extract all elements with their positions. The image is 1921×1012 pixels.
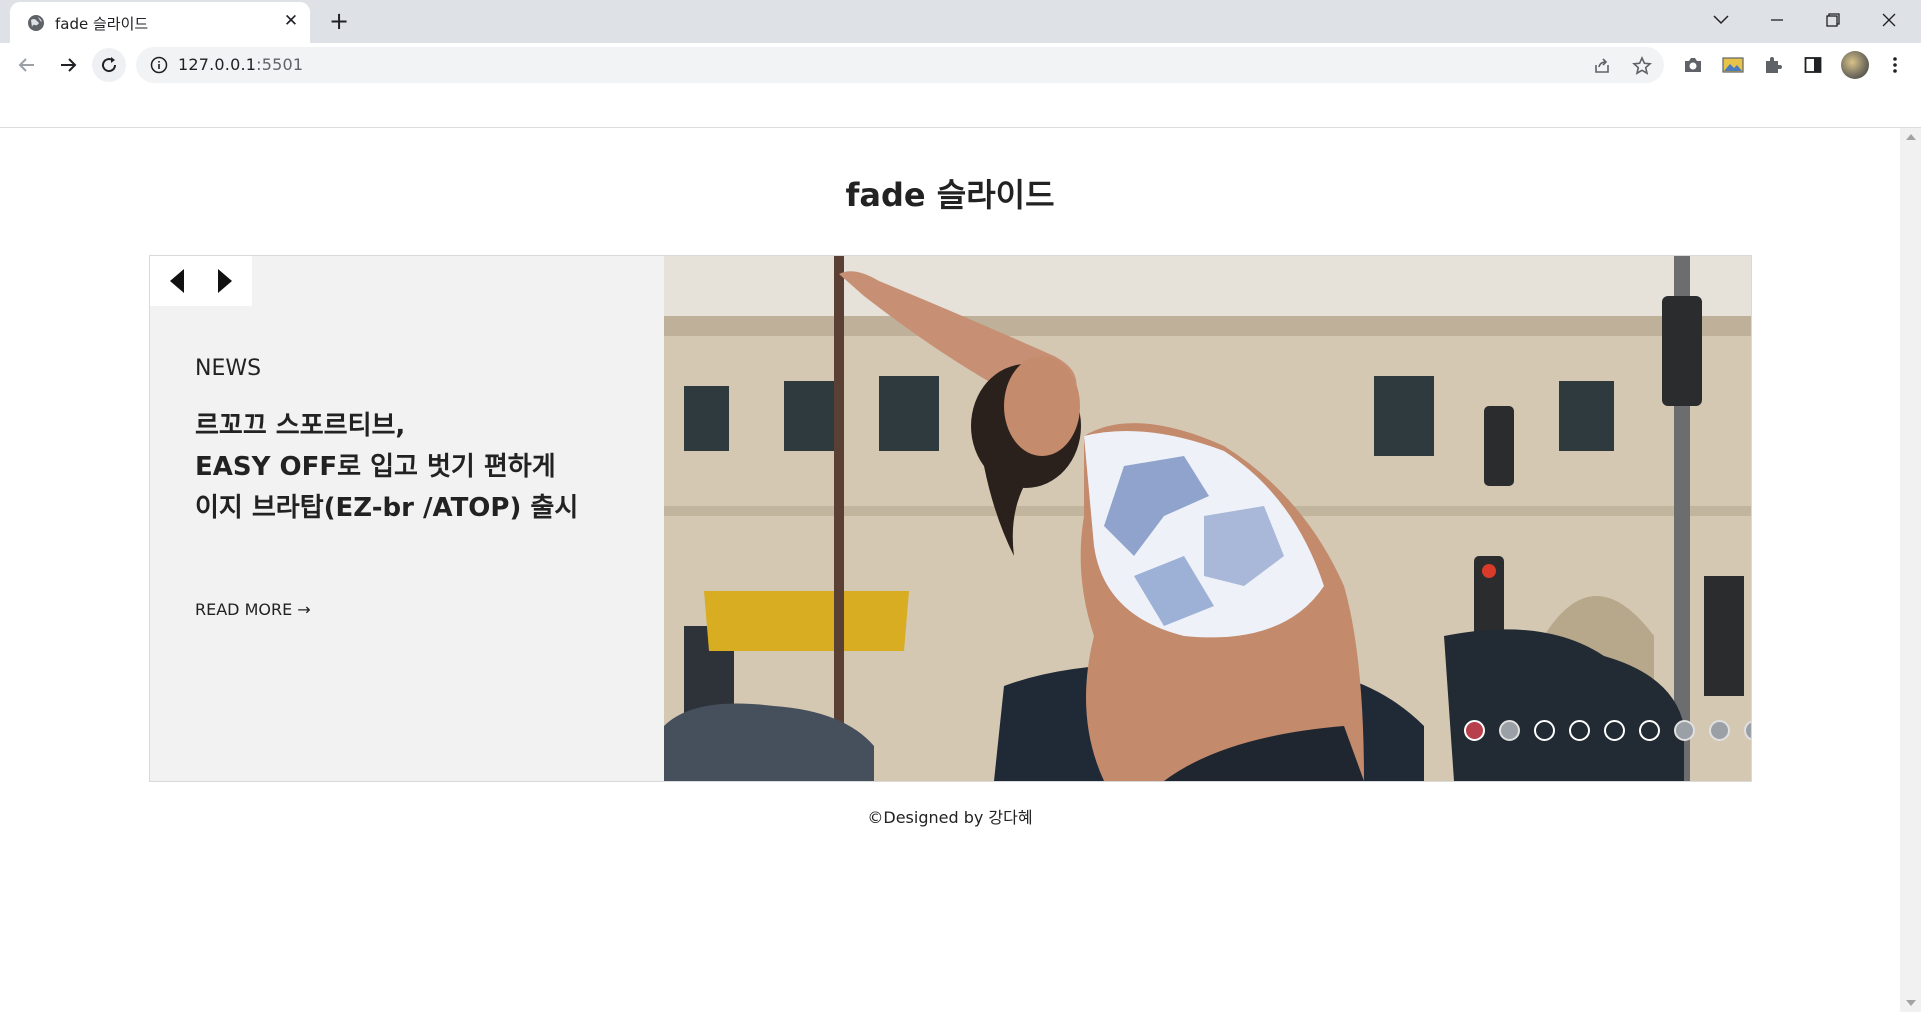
pagination-dot[interactable] [1464,719,1485,741]
headline-line: 르꼬끄 스포르티브, [195,411,406,441]
close-icon[interactable]: ✕ [280,10,302,32]
browser-window: fade 슬라이드 ✕ + 127.0.0.1:5501 fade 슬라이드 N… [0,0,1921,1012]
forward-icon[interactable] [51,48,85,82]
pagination-dot[interactable] [1604,719,1625,741]
star-icon[interactable] [1630,54,1654,78]
pagination-dot[interactable] [1569,719,1590,741]
restore-icon[interactable] [1805,0,1861,40]
reload-icon[interactable] [92,48,126,82]
vertical-scrollbar[interactable] [1900,128,1921,1012]
page-viewport: fade 슬라이드 NEWS 르꼬끄 스포르티브, EASY OFF로 입고 벗… [0,128,1900,1012]
pagination-dot[interactable] [1744,719,1751,741]
headline-line: 이지 브라탑(EZ-br /ATOP) 출시 [195,493,579,523]
pagination-dot[interactable] [1674,719,1695,741]
slide-category: NEWS [195,356,262,381]
close-window-icon[interactable] [1861,0,1917,40]
puzzle-icon[interactable] [1760,52,1786,78]
footer-credit: ©Designed by 강다혜 [867,808,1033,827]
image-icon[interactable] [1720,52,1746,78]
slider-arrows [150,256,252,306]
fade-slider: NEWS 르꼬끄 스포르티브, EASY OFF로 입고 벗기 편하게 이지 브… [149,255,1752,782]
browser-toolbar: 127.0.0.1:5501 [0,43,1921,86]
slide-photo [664,256,1751,781]
chevron-down-icon[interactable] [1693,0,1749,40]
browser-tab[interactable]: fade 슬라이드 ✕ [10,2,310,43]
info-icon[interactable] [150,56,168,74]
url-port: :5501 [256,55,304,74]
page-title: fade 슬라이드 [845,176,1055,214]
read-more-link[interactable]: READ MORE → [195,600,311,619]
kebab-menu-icon[interactable] [1882,52,1908,78]
plus-icon[interactable]: + [324,6,354,36]
tab-strip: fade 슬라이드 ✕ + [0,0,1921,43]
slide-text-panel: NEWS 르꼬끄 스포르티브, EASY OFF로 입고 벗기 편하게 이지 브… [150,256,663,781]
pagination-dot[interactable] [1499,719,1520,741]
back-icon[interactable] [10,48,44,82]
slider-pagination [1464,718,1751,742]
next-arrow-icon[interactable] [218,269,232,293]
pagination-dot[interactable] [1639,719,1660,741]
camera-icon[interactable] [1680,52,1706,78]
pagination-dot[interactable] [1534,719,1555,741]
address-bar[interactable]: 127.0.0.1:5501 [136,47,1664,83]
avatar[interactable] [1841,51,1869,79]
sidepanel-icon[interactable] [1800,52,1826,78]
share-icon[interactable] [1590,54,1614,78]
tab-title: fade 슬라이드 [55,15,149,33]
scroll-down-icon[interactable] [1906,1000,1916,1006]
scroll-up-icon[interactable] [1906,134,1916,140]
minimize-icon[interactable] [1749,0,1805,40]
globe-icon [28,15,44,31]
headline-line: EASY OFF로 입고 벗기 편하게 [195,452,556,482]
prev-arrow-icon[interactable] [170,269,184,293]
slide-image [664,256,1751,781]
url-text: 127.0.0.1:5501 [178,55,303,74]
url-host: 127.0.0.1 [178,55,257,74]
slide-headline: 르꼬끄 스포르티브, EASY OFF로 입고 벗기 편하게 이지 브라탑(EZ… [195,406,645,529]
pagination-dot[interactable] [1709,719,1730,741]
